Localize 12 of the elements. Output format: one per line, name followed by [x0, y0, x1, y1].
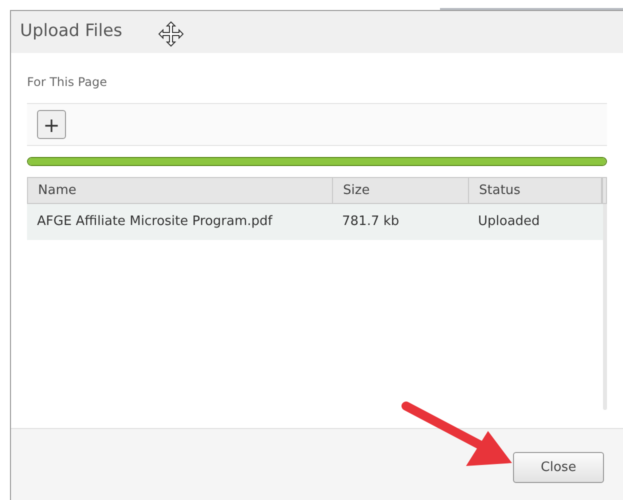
- close-button[interactable]: Close: [513, 452, 604, 483]
- table-cell-text: Uploaded: [477, 213, 541, 232]
- table-cell-text: AFGE Affiliate Microsite Program.pdf: [36, 213, 274, 232]
- section-label: For This Page: [27, 74, 108, 91]
- move-icon: [158, 21, 184, 47]
- dialog-title: Upload Files: [20, 20, 122, 44]
- add-button[interactable]: +: [37, 110, 66, 139]
- column-header[interactable]: Status: [469, 178, 602, 203]
- column-header[interactable]: Size: [333, 178, 469, 203]
- table-row[interactable]: AFGE Affiliate Microsite Program.pdf 781.7 kb Uploaded: [27, 204, 603, 240]
- table-cell-text: 781.7 kb: [341, 213, 400, 232]
- column-header[interactable]: Name: [28, 178, 333, 203]
